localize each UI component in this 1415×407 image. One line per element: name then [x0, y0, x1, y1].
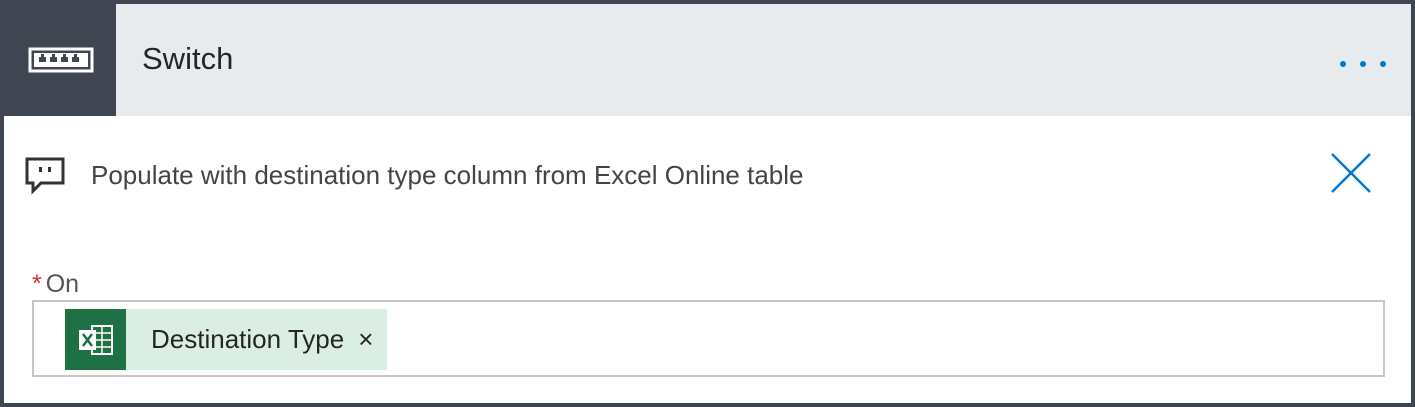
dynamic-content-token[interactable]: Destination Type × [65, 309, 388, 370]
on-field-label: * On [32, 269, 79, 299]
on-input[interactable]: Destination Type × [32, 300, 1385, 377]
token-label: Destination Type [151, 324, 345, 354]
remove-token-icon[interactable]: × [354, 324, 387, 355]
card-header[interactable]: Switch [4, 4, 1411, 116]
more-options-button[interactable] [1333, 44, 1393, 74]
field-label-text: On [45, 270, 80, 298]
close-icon [1331, 153, 1371, 193]
switch-action-card: Switch Populate with destination type co… [0, 0, 1415, 407]
switch-icon [4, 4, 116, 116]
required-marker: * [32, 270, 42, 298]
card-title: Switch [142, 41, 234, 76]
comment-text[interactable]: Populate with destination type column fr… [91, 159, 804, 191]
excel-icon [65, 309, 126, 370]
comment-row: Populate with destination type column fr… [4, 116, 1411, 236]
more-options-icon [1340, 61, 1386, 67]
close-comment-button[interactable] [1328, 150, 1374, 196]
comment-icon [24, 156, 66, 201]
